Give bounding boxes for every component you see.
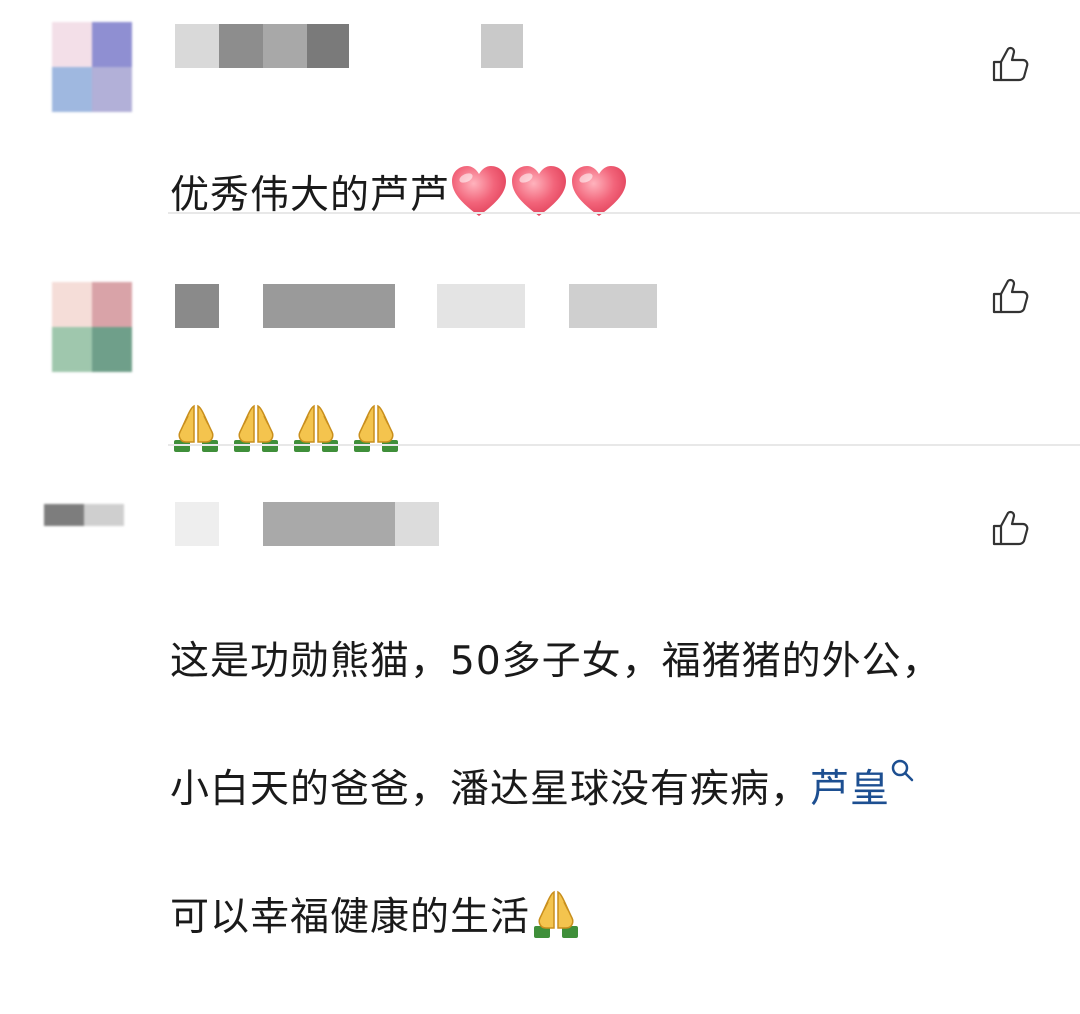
comment-text: 这是功勋熊猫，50多子女，福猪猪的外公， 小白天的爸爸，潘达星球没有疾病，芦皇 … [170,566,942,1014]
comment-line: 可以幸福健康的生活 [170,886,942,950]
heart-emoji-icon [570,164,628,218]
topic-link[interactable]: 芦皇 [810,767,890,812]
comment-line-text: 可以幸福健康的生活 [170,895,531,940]
heart-emoji-icon [510,164,568,218]
divider [168,444,1080,446]
thumbs-up-icon[interactable] [990,44,1030,84]
folded-hands-emoji-icon [230,402,282,454]
divider [168,212,1080,214]
folded-hands-emoji-icon [290,402,342,454]
folded-hands-emoji-icon [170,402,222,454]
avatar[interactable] [52,22,132,112]
username-redacted[interactable] [175,502,439,546]
thumbs-up-icon[interactable] [990,508,1030,548]
username-redacted[interactable] [175,24,523,68]
folded-hands-emoji-icon [530,888,582,940]
search-icon[interactable] [890,758,916,784]
comment-line: 小白天的爸爸，潘达星球没有疾病，芦皇 [170,758,942,822]
heart-emoji-icon [450,164,508,218]
comment-text: 优秀伟大的芦芦 [170,100,630,228]
username-redacted[interactable] [175,284,657,328]
avatar[interactable] [52,282,132,372]
thumbs-up-icon[interactable] [990,276,1030,316]
folded-hands-emoji-icon [350,402,402,454]
comment-line: 这是功勋熊猫，50多子女，福猪猪的外公， [170,639,942,684]
avatar[interactable] [44,504,124,548]
comment-line-text: 小白天的爸爸，潘达星球没有疾病， [170,767,811,812]
